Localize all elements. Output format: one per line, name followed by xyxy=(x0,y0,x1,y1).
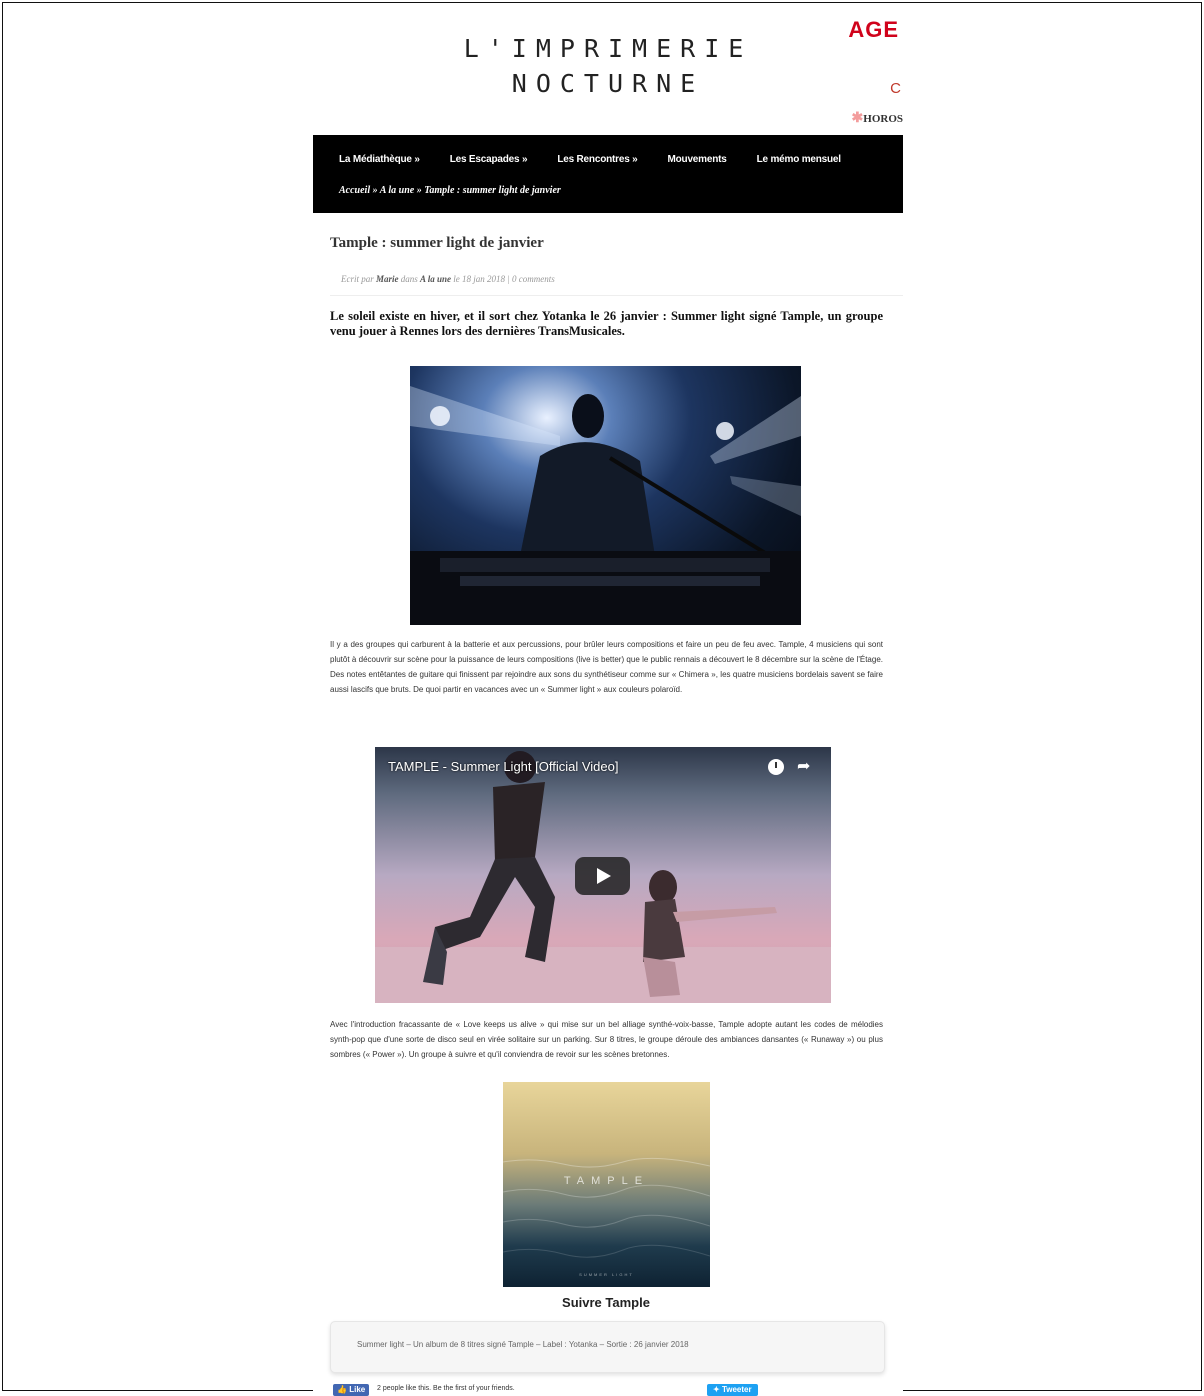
album-subtitle: SUMMER LIGHT xyxy=(579,1272,634,1277)
lead-paragraph: Le soleil existe en hiver, et il sort ch… xyxy=(330,309,883,338)
main-nav: La Médiathèque » Les Escapades » Les Ren… xyxy=(313,135,903,213)
follow-heading[interactable]: Suivre Tample xyxy=(313,1295,899,1310)
concert-photo xyxy=(410,366,801,625)
post-meta: Ecrit par Marie dans A la une le 18 jan … xyxy=(341,274,555,284)
meta-divider xyxy=(330,295,903,296)
site-title-line2: NOCTURNE xyxy=(511,69,705,98)
body-paragraph-1: Il y a des groupes qui carburent à la ba… xyxy=(330,640,883,694)
side-letter: C xyxy=(890,80,901,97)
meta-in: dans xyxy=(400,274,418,284)
clock-icon[interactable] xyxy=(768,759,784,775)
nav-item-escapades[interactable]: Les Escapades » xyxy=(450,154,528,165)
post-title: Tample : summer light de janvier xyxy=(330,235,544,251)
horoscope-label: HOROS xyxy=(863,113,903,125)
play-icon[interactable] xyxy=(575,857,630,895)
page-container: L'IMPRIMERIE NOCTURNE AGE C ✱HOROS La Mé… xyxy=(313,3,903,1396)
facebook-like-button[interactable]: 👍 Like xyxy=(333,1384,370,1396)
breadcrumb[interactable]: Accueil » A la une » Tample : summer lig… xyxy=(339,185,561,196)
video-player[interactable]: TAMPLE - Summer Light [Official Video] ➦ xyxy=(375,747,831,1003)
meta-prefix: Ecrit par xyxy=(341,274,374,284)
like-count-text: 2 people like this. Be the first of your… xyxy=(377,1385,515,1392)
tweet-button[interactable]: ✦ Tweeter xyxy=(707,1384,758,1396)
site-logo[interactable]: L'IMPRIMERIE NOCTURNE xyxy=(313,31,903,101)
nav-item-mediatheque[interactable]: La Médiathèque » xyxy=(339,154,420,165)
album-info-box: Summer light – Un album de 8 titres sign… xyxy=(330,1321,885,1373)
album-title: TAMPLE xyxy=(563,1175,650,1187)
comments-link[interactable]: 0 comments xyxy=(512,274,555,284)
horoscope-link[interactable]: ✱HOROS xyxy=(852,110,903,127)
video-title[interactable]: TAMPLE - Summer Light [Official Video] xyxy=(388,759,618,774)
nav-menu: La Médiathèque » Les Escapades » Les Ren… xyxy=(339,154,871,165)
share-icon[interactable]: ➦ xyxy=(797,756,810,776)
agenda-link[interactable]: AGE xyxy=(848,17,899,43)
author-link[interactable]: Marie xyxy=(376,274,399,284)
nav-item-mouvements[interactable]: Mouvements xyxy=(668,154,727,165)
category-link[interactable]: A la une xyxy=(420,274,451,284)
nav-item-rencontres[interactable]: Les Rencontres » xyxy=(557,154,637,165)
nav-item-memo[interactable]: Le mémo mensuel xyxy=(757,154,841,165)
album-info-text: Summer light – Un album de 8 titres sign… xyxy=(357,1340,689,1349)
body-paragraph-2: Avec l'introduction fracassante de « Lov… xyxy=(330,1020,883,1059)
meta-date: le 18 jan 2018 | xyxy=(453,274,510,284)
site-title-line1: L'IMPRIMERIE xyxy=(463,34,753,63)
album-cover: TAMPLE SUMMER LIGHT xyxy=(503,1082,710,1287)
star-icon: ✱ xyxy=(851,111,864,126)
